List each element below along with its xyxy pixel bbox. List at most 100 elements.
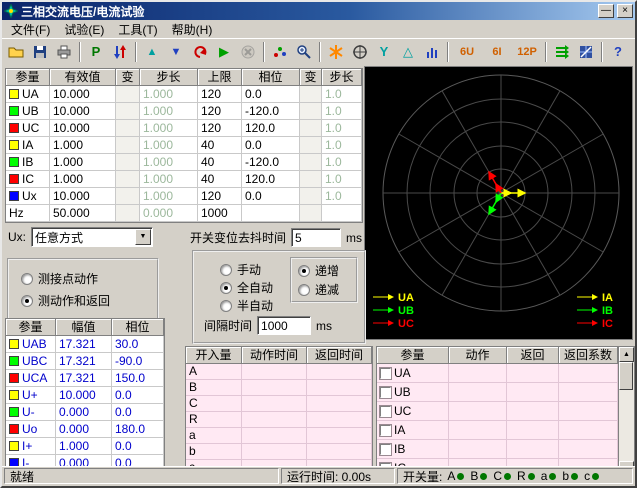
vary-checkbox-cell[interactable] bbox=[116, 120, 140, 137]
vary-checkbox-cell[interactable] bbox=[300, 188, 322, 205]
scroll-track[interactable] bbox=[619, 362, 634, 461]
minimize-button[interactable]: — bbox=[598, 4, 614, 18]
six-u-button[interactable]: 6U bbox=[452, 41, 482, 63]
revert-button[interactable] bbox=[188, 41, 212, 63]
radio-semi-auto[interactable]: 半自动 bbox=[220, 297, 273, 314]
step-cell[interactable]: 1.000 bbox=[140, 86, 198, 103]
step-cell[interactable]: 1.000 bbox=[140, 171, 198, 188]
delta-connection-button[interactable]: △ bbox=[396, 41, 420, 63]
step-cell[interactable]: 1.000 bbox=[140, 188, 198, 205]
phase-step-cell[interactable]: 1.0 bbox=[322, 103, 362, 120]
vary-checkbox-cell[interactable] bbox=[300, 120, 322, 137]
scroll-up-button[interactable]: ▲ bbox=[619, 347, 634, 362]
phase-cell[interactable] bbox=[242, 205, 300, 222]
step-cell[interactable]: 1.000 bbox=[140, 120, 198, 137]
vary-checkbox-cell[interactable] bbox=[300, 137, 322, 154]
value-cell[interactable]: 10.000 bbox=[50, 188, 116, 205]
param-checkbox[interactable] bbox=[380, 406, 391, 417]
action-table-scrollbar[interactable]: ▲ ▼ bbox=[619, 346, 635, 466]
value-cell[interactable]: 10.000 bbox=[50, 103, 116, 120]
zoom-button[interactable] bbox=[292, 41, 316, 63]
vary-checkbox-cell[interactable] bbox=[300, 205, 322, 222]
phase-step-cell[interactable]: 1.0 bbox=[322, 171, 362, 188]
value-cell[interactable]: 1.000 bbox=[50, 137, 116, 154]
ux-mode-select[interactable]: 任意方式 ▼ bbox=[31, 227, 153, 247]
menu-test[interactable]: 试验(E) bbox=[57, 20, 111, 39]
vary-checkbox-cell[interactable] bbox=[300, 103, 322, 120]
phase-cell[interactable]: -120.0 bbox=[242, 103, 300, 120]
phase-step-cell[interactable]: 1.0 bbox=[322, 188, 362, 205]
phase-cell[interactable]: 120.0 bbox=[242, 171, 300, 188]
param-checkbox[interactable] bbox=[380, 425, 391, 436]
start-button[interactable]: ▶ bbox=[212, 41, 236, 63]
close-button[interactable]: × bbox=[617, 4, 633, 18]
phase-step-cell[interactable]: 1.0 bbox=[322, 154, 362, 171]
step-cell[interactable]: 1.000 bbox=[140, 154, 198, 171]
radio-full-auto[interactable]: 全自动 bbox=[220, 279, 273, 296]
vary-checkbox-cell[interactable] bbox=[116, 86, 140, 103]
phase-cell[interactable]: 0.0 bbox=[242, 86, 300, 103]
harmonics-button[interactable] bbox=[420, 41, 444, 63]
limit-cell[interactable]: 40 bbox=[198, 137, 242, 154]
vary-checkbox-cell[interactable] bbox=[300, 154, 322, 171]
stop-button[interactable] bbox=[236, 41, 260, 63]
value-cell[interactable]: 10.000 bbox=[50, 120, 116, 137]
vary-checkbox-cell[interactable] bbox=[116, 103, 140, 120]
menu-file[interactable]: 文件(F) bbox=[4, 20, 57, 39]
phase-step-cell[interactable]: 1.0 bbox=[322, 86, 362, 103]
limit-cell[interactable]: 120 bbox=[198, 86, 242, 103]
vary-checkbox-cell[interactable] bbox=[116, 154, 140, 171]
limit-cell[interactable]: 120 bbox=[198, 103, 242, 120]
menu-help[interactable]: 帮助(H) bbox=[165, 20, 220, 39]
radio-action-and-return[interactable]: 测动作和返回 bbox=[21, 292, 110, 309]
phase-cell[interactable]: 0.0 bbox=[242, 188, 300, 205]
sequence-button[interactable] bbox=[550, 41, 574, 63]
radio-decrease[interactable]: 递减 bbox=[298, 281, 339, 298]
phase-cell[interactable]: 0.0 bbox=[242, 137, 300, 154]
vary-checkbox-cell[interactable] bbox=[300, 171, 322, 188]
vary-checkbox-cell[interactable] bbox=[116, 205, 140, 222]
io-switch-button[interactable] bbox=[108, 41, 132, 63]
value-cell[interactable]: 1.000 bbox=[50, 154, 116, 171]
phase-cell[interactable]: 120.0 bbox=[242, 120, 300, 137]
twelve-p-button[interactable]: 12P bbox=[512, 41, 542, 63]
param-checkbox[interactable] bbox=[380, 444, 391, 455]
y-connection-button[interactable]: Y bbox=[372, 41, 396, 63]
value-cell[interactable]: 10.000 bbox=[50, 86, 116, 103]
radio-contact-action[interactable]: 测接点动作 bbox=[21, 270, 98, 287]
print-button[interactable] bbox=[52, 41, 76, 63]
scroll-down-button[interactable]: ▼ bbox=[619, 461, 634, 466]
limit-cell[interactable]: 40 bbox=[198, 154, 242, 171]
phase-cell[interactable]: -120.0 bbox=[242, 154, 300, 171]
phasor-view-button[interactable] bbox=[348, 41, 372, 63]
help-button[interactable]: ? bbox=[606, 41, 630, 63]
param-checkbox[interactable] bbox=[380, 387, 391, 398]
value-cell[interactable]: 1.000 bbox=[50, 171, 116, 188]
debounce-input[interactable] bbox=[291, 228, 341, 247]
vary-checkbox-cell[interactable] bbox=[116, 137, 140, 154]
dropdown-arrow-icon[interactable]: ▼ bbox=[135, 229, 151, 245]
limit-cell[interactable]: 40 bbox=[198, 171, 242, 188]
six-i-button[interactable]: 6I bbox=[482, 41, 512, 63]
limit-cell[interactable]: 120 bbox=[198, 120, 242, 137]
phase-step-cell[interactable] bbox=[322, 205, 362, 222]
scroll-thumb[interactable] bbox=[619, 362, 633, 390]
limit-cell[interactable]: 1000 bbox=[198, 205, 242, 222]
radio-increase[interactable]: 递增 bbox=[298, 262, 339, 279]
phase-step-cell[interactable]: 1.0 bbox=[322, 137, 362, 154]
vary-checkbox-cell[interactable] bbox=[116, 188, 140, 205]
param-checkbox[interactable] bbox=[380, 368, 391, 379]
radio-manual[interactable]: 手动 bbox=[220, 261, 261, 278]
open-button[interactable] bbox=[4, 41, 28, 63]
interval-input[interactable] bbox=[257, 316, 311, 335]
vary-checkbox-cell[interactable] bbox=[300, 86, 322, 103]
step-cell[interactable]: 0.000 bbox=[140, 205, 198, 222]
save-button[interactable] bbox=[28, 41, 52, 63]
limit-cell[interactable]: 120 bbox=[198, 188, 242, 205]
p-output-button[interactable]: P bbox=[84, 41, 108, 63]
step-cell[interactable]: 1.000 bbox=[140, 103, 198, 120]
step-cell[interactable]: 1.000 bbox=[140, 137, 198, 154]
step-up-button[interactable]: ▲ bbox=[140, 41, 164, 63]
step-down-button[interactable]: ▼ bbox=[164, 41, 188, 63]
vary-checkbox-cell[interactable] bbox=[116, 171, 140, 188]
